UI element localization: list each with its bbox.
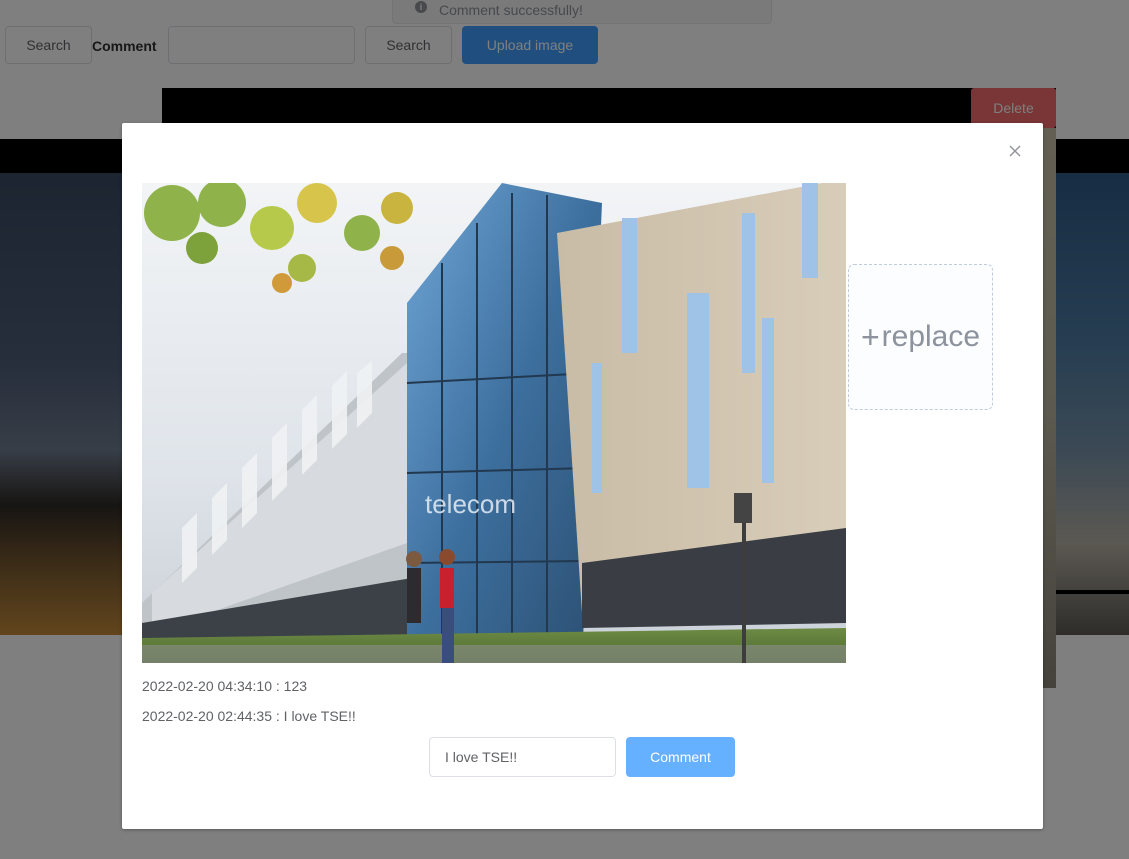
comment-item: 2022-02-20 02:44:35 : I love TSE!! [142, 708, 356, 724]
replace-image-button[interactable]: + replace [848, 264, 993, 410]
close-icon [1009, 145, 1021, 157]
comment-item: 2022-02-20 04:34:10 : 123 [142, 678, 308, 694]
dialog-photo: telecom [142, 183, 846, 663]
comment-button[interactable]: Comment [626, 737, 735, 777]
comment-input[interactable] [429, 737, 616, 777]
replace-label: replace [881, 320, 981, 353]
building-sign: telecom [425, 489, 516, 519]
close-button[interactable] [1007, 143, 1023, 159]
image-dialog: telecom + replace 2022-02-20 04:34:10: … [122, 123, 1043, 829]
plus-icon: + [860, 319, 880, 355]
